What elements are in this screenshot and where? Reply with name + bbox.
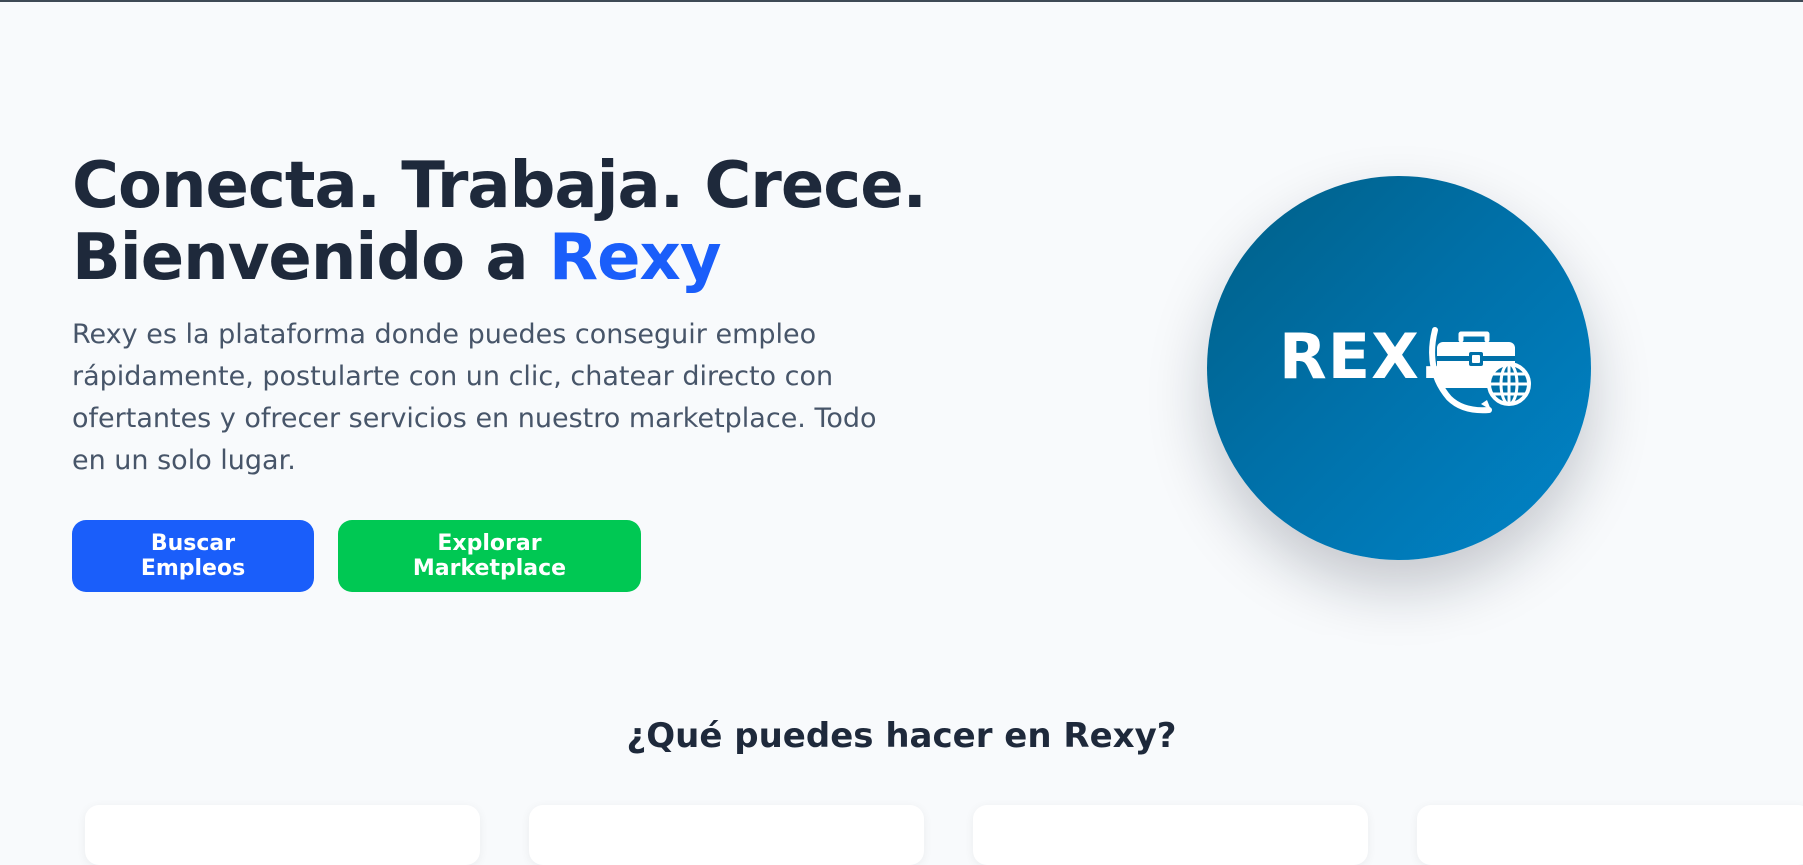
logo-wordmark: REX. — [1279, 320, 1445, 393]
explore-marketplace-button[interactable]: Explorar Marketplace — [338, 520, 641, 592]
search-jobs-button[interactable]: Buscar Empleos — [72, 520, 314, 592]
hero-section: Conecta. Trabaja. Crece. Bienvenido a Re… — [0, 0, 1803, 680]
headline-brand: Rexy — [548, 221, 722, 295]
feature-card[interactable] — [973, 805, 1368, 865]
hero-description: Rexy es la plataforma donde puedes conse… — [72, 319, 877, 476]
briefcase-globe-icon — [1429, 327, 1531, 414]
features-title: ¿Qué puedes hacer en Rexy? — [626, 716, 1177, 756]
headline-line-1: Conecta. Trabaja. Crece. — [72, 149, 927, 223]
feature-cards — [85, 805, 1803, 865]
hero-text-block: Conecta. Trabaja. Crece. Bienvenido a Re… — [72, 150, 972, 592]
hero-actions: Buscar Empleos Explorar Marketplace — [72, 520, 972, 592]
brand-logo: REX. — [1207, 176, 1591, 560]
feature-card[interactable] — [85, 805, 480, 865]
headline-line-2: Bienvenido a Rexy — [72, 222, 972, 294]
feature-card[interactable] — [1417, 805, 1803, 865]
hero-headline: Conecta. Trabaja. Crece. Bienvenido a Re… — [72, 150, 972, 294]
feature-card[interactable] — [529, 805, 924, 865]
headline-prefix: Bienvenido a — [72, 221, 549, 295]
